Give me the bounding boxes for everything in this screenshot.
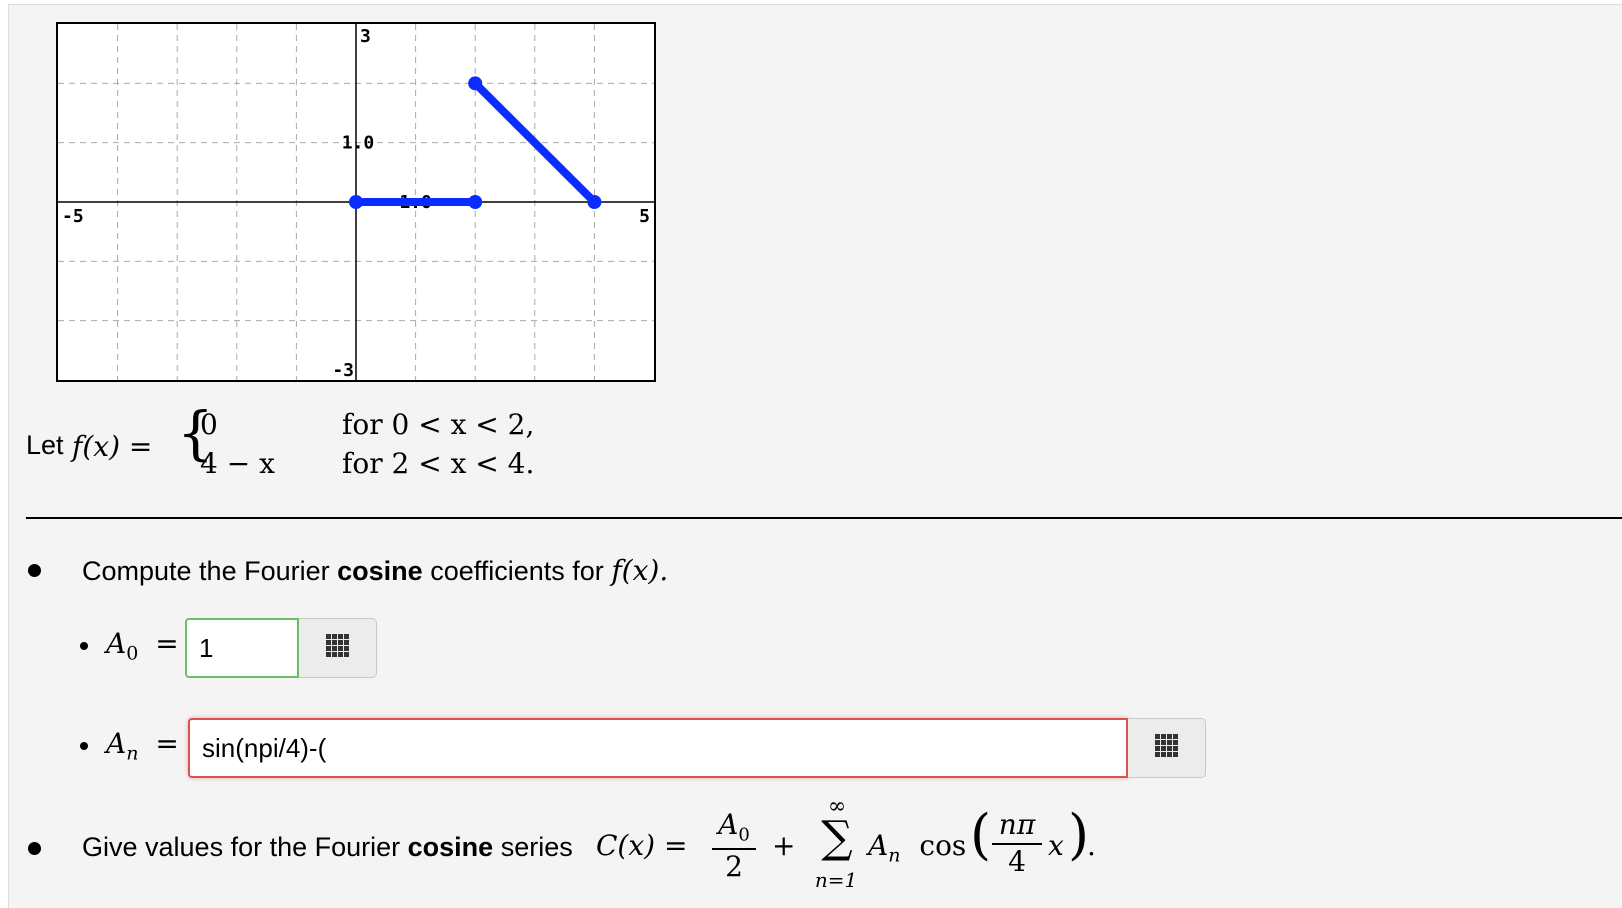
- data-point: [349, 195, 363, 209]
- argument-denominator: 4: [1008, 845, 1026, 878]
- an-label: An =: [106, 727, 179, 765]
- a0-equals: =: [155, 627, 179, 660]
- case-1-condition: for 0 < x < 2,: [342, 408, 535, 441]
- argument-fraction: nπ 4: [992, 808, 1042, 878]
- an-subscript: n: [126, 742, 139, 765]
- series-plus: +: [772, 829, 796, 862]
- series-lhs: C(x) =: [596, 829, 688, 862]
- task-cosine-series: Give values for the Fourier cosine serie…: [82, 832, 573, 863]
- an-symbol: A: [106, 727, 127, 760]
- task1-prefix: Compute the Fourier: [82, 556, 330, 586]
- let-label: Let: [26, 430, 64, 460]
- a0-symbol: A: [106, 627, 127, 660]
- a0-input[interactable]: 1: [185, 618, 299, 678]
- series-end-period: .: [1087, 829, 1096, 862]
- function-definition: Let: [26, 430, 64, 461]
- sum-symbol: ∑: [821, 812, 853, 863]
- divider: [26, 517, 1622, 519]
- right-paren: ): [1068, 803, 1090, 866]
- series-term: An cos: [868, 829, 966, 867]
- task1-bold: cosine: [337, 556, 423, 586]
- tick-label-y-bottom: -3: [332, 360, 354, 380]
- fraction-numerator-sub: 0: [738, 824, 750, 846]
- grid-icon: [325, 633, 350, 663]
- argument-x: x: [1048, 829, 1064, 862]
- tick-label-y-mid: 1.0: [342, 133, 375, 154]
- data-point: [468, 195, 483, 209]
- an-input[interactable]: sin(npi/4)-(: [188, 718, 1128, 778]
- an-equals: =: [155, 727, 179, 760]
- bullet: [28, 564, 41, 577]
- task2-suffix: series: [500, 832, 573, 862]
- sum-lower-limit: n=1: [814, 868, 858, 892]
- task2-prefix: Give values for the Fourier: [82, 832, 401, 862]
- left-paren: (: [970, 803, 992, 866]
- a0-label: A0 =: [106, 627, 179, 665]
- a0-subscript: 0: [126, 642, 139, 665]
- an-equation-editor-button[interactable]: [1128, 718, 1206, 778]
- function-lhs-text: f(x) =: [72, 430, 153, 463]
- sub-bullet: [80, 742, 88, 750]
- case-1-expr: 0: [200, 408, 218, 441]
- task1-func: f(x).: [611, 554, 669, 587]
- cos-text: cos: [919, 829, 967, 862]
- term-subscript: n: [888, 844, 901, 867]
- fraction-denominator: 2: [725, 849, 743, 883]
- a0-equation-editor-button[interactable]: [299, 618, 377, 678]
- case-2-expr: 4 − x: [200, 447, 275, 480]
- fraction-numerator: A: [718, 808, 739, 841]
- task1-suffix: coefficients for: [430, 556, 604, 586]
- tick-label-x-right: 5: [639, 206, 650, 227]
- tick-label-x-left: -5: [62, 206, 84, 227]
- function-lhs: f(x) =: [72, 430, 152, 463]
- function-graph: 3 -3 -5 5 1.0 1.0: [56, 22, 656, 382]
- grid-icon: [1154, 733, 1179, 763]
- term-symbol: A: [868, 829, 889, 862]
- argument-numerator: nπ: [992, 808, 1042, 845]
- case-2-condition: for 2 < x < 4.: [342, 447, 535, 480]
- task-compute-coefficients: Compute the Fourier cosine coefficients …: [82, 554, 668, 587]
- series-fraction: A0 2: [712, 808, 756, 883]
- sub-bullet: [80, 642, 88, 650]
- task2-bold: cosine: [407, 832, 494, 862]
- data-point: [587, 195, 602, 209]
- graph-canvas: 3-3-5 51.01.0: [58, 24, 654, 380]
- tick-label-y-top: 3: [360, 26, 371, 47]
- bullet: [28, 842, 41, 855]
- data-point: [468, 76, 483, 91]
